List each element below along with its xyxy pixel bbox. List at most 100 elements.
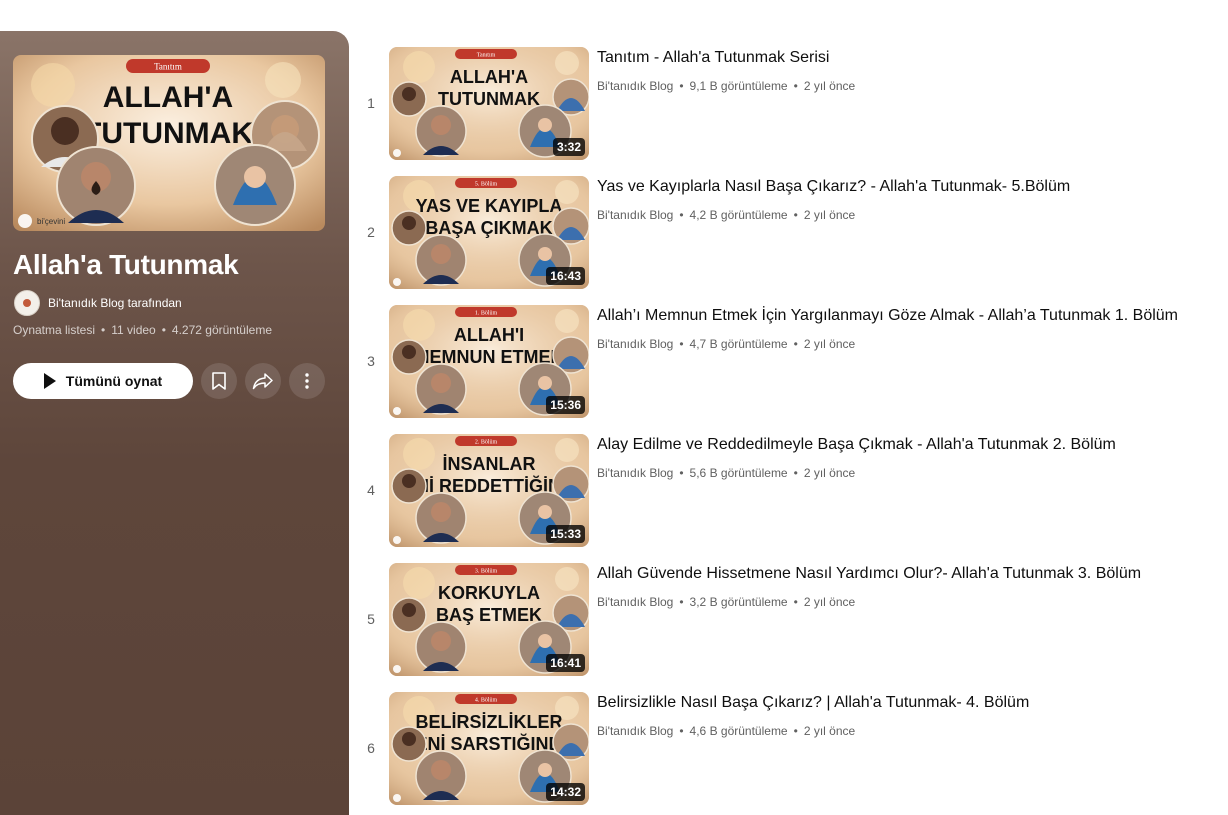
cover-badge: Tanıtım: [154, 62, 182, 72]
thumbnail-badge: 4. Bölüm: [475, 698, 498, 704]
play-all-button[interactable]: Tümünü oynat: [13, 363, 193, 399]
video-channel[interactable]: Bi'tanıdık Blog: [597, 466, 673, 480]
video-duration: 3:32: [552, 138, 585, 156]
playlist-video-item[interactable]: 5 3. Bölüm KORKUYLA BAŞ ETMEK 16:41 Alla…: [360, 563, 1220, 676]
video-index: 5: [367, 611, 375, 627]
more-options-button[interactable]: [289, 363, 325, 399]
video-duration: 16:43: [546, 267, 585, 285]
meta-separator: [679, 208, 683, 222]
playlist-meta: Oynatma listesi • 11 video • 4.272 görün…: [13, 323, 272, 337]
cover-artwork: Tanıtım ALLAH'A TUTUNMAK bi'çevini: [13, 55, 325, 231]
video-title[interactable]: Yas ve Kayıplarla Nasıl Başa Çıkarız? - …: [597, 178, 1070, 196]
cover-line-2: TUTUNMAK: [83, 117, 253, 150]
meta-separator: [679, 724, 683, 738]
video-meta: Bi'tanıdık Blog 4,2 B görüntüleme 2 yıl …: [597, 208, 855, 222]
thumbnail-badge: 3. Bölüm: [475, 569, 498, 575]
cover-logo: bi'çevini: [37, 217, 65, 226]
thumbnail-line-1: YAS VE KAYIPLA: [416, 196, 563, 216]
meta-separator: •: [101, 323, 106, 337]
video-title[interactable]: Alay Edilme ve Reddedilmeyle Başa Çıkmak…: [597, 436, 1116, 454]
video-index: 1: [367, 95, 375, 111]
video-index: 3: [367, 353, 375, 369]
video-duration: 15:36: [546, 396, 585, 414]
video-age: 2 yıl önce: [803, 337, 856, 351]
play-icon: [43, 373, 56, 389]
play-all-label: Tümünü oynat: [65, 373, 163, 389]
thumbnail-badge: 5. Bölüm: [475, 182, 498, 188]
bookmark-icon: [212, 372, 226, 390]
thumbnail-line-1: BELİRSİZLİKLER: [416, 712, 563, 732]
more-vert-icon: [305, 373, 309, 389]
video-views: 4,2 B görüntüleme: [689, 208, 788, 222]
playlist-header-panel: Tanıtım ALLAH'A TUTUNMAK bi'çevini Allah…: [0, 31, 349, 815]
meta-separator: [679, 79, 683, 93]
meta-separator: [679, 595, 683, 609]
video-age: 2 yıl önce: [803, 466, 856, 480]
video-thumbnail[interactable]: 5. Bölüm YAS VE KAYIPLA BAŞA ÇIKMAK 16:4…: [389, 176, 589, 289]
playlist-cover-thumbnail[interactable]: Tanıtım ALLAH'A TUTUNMAK bi'çevini: [13, 55, 325, 231]
meta-separator: [794, 79, 798, 93]
video-index: 6: [367, 740, 375, 756]
video-count: 11 video: [111, 323, 156, 337]
playlist-actions: Tümünü oynat: [13, 363, 325, 399]
owner-label[interactable]: Bi'tanıdık Blog tarafından: [48, 296, 182, 310]
playlist-video-item[interactable]: 6 4. Bölüm BELİRSİZLİKLER SENİ SARSTIĞIN…: [360, 692, 1220, 805]
video-channel[interactable]: Bi'tanıdık Blog: [597, 208, 673, 222]
video-thumbnail[interactable]: Tanıtım ALLAH'A TUTUNMAK 3:32: [389, 47, 589, 160]
video-age: 2 yıl önce: [803, 724, 856, 738]
video-meta: Bi'tanıdık Blog 3,2 B görüntüleme 2 yıl …: [597, 595, 855, 609]
video-title[interactable]: Tanıtım - Allah'a Tutunmak Serisi: [597, 49, 829, 67]
video-views: 4,7 B görüntüleme: [689, 337, 788, 351]
video-thumbnail[interactable]: 2. Bölüm İNSANLAR SENİ REDDETTİĞİNDE 15:…: [389, 434, 589, 547]
playlist-views: 4.272 görüntüleme: [171, 323, 272, 337]
video-views: 5,6 B görüntüleme: [689, 466, 788, 480]
thumbnail-line-1: KORKUYLA: [438, 583, 540, 603]
video-age: 2 yıl önce: [803, 79, 856, 93]
video-views: 3,2 B görüntüleme: [689, 595, 788, 609]
video-index: 2: [367, 224, 375, 240]
thumbnail-badge: 1. Bölüm: [475, 311, 498, 317]
video-title[interactable]: Belirsizlikle Nasıl Başa Çıkarız? | Alla…: [597, 694, 1029, 712]
video-views: 4,6 B görüntüleme: [689, 724, 788, 738]
meta-separator: [794, 208, 798, 222]
thumbnail-line-2: BAŞ ETMEK: [436, 605, 542, 625]
video-channel[interactable]: Bi'tanıdık Blog: [597, 337, 673, 351]
video-age: 2 yıl önce: [803, 595, 856, 609]
video-duration: 15:33: [546, 525, 585, 543]
video-views: 9,1 B görüntüleme: [689, 79, 788, 93]
meta-separator: [794, 595, 798, 609]
share-button[interactable]: [245, 363, 281, 399]
thumbnail-line-1: ALLAH'I: [454, 325, 524, 345]
video-meta: Bi'tanıdık Blog 4,7 B görüntüleme 2 yıl …: [597, 337, 855, 351]
channel-avatar[interactable]: [14, 290, 40, 316]
playlist-title: Allah'a Tutunmak: [13, 249, 239, 280]
video-thumbnail[interactable]: 3. Bölüm KORKUYLA BAŞ ETMEK 16:41: [389, 563, 589, 676]
playlist-video-item[interactable]: 4 2. Bölüm İNSANLAR SENİ REDDETTİĞİNDE 1…: [360, 434, 1220, 547]
video-meta: Bi'tanıdık Blog 4,6 B görüntüleme 2 yıl …: [597, 724, 855, 738]
playlist-owner[interactable]: Bi'tanıdık Blog tarafından: [14, 290, 182, 316]
save-playlist-button[interactable]: [201, 363, 237, 399]
video-age: 2 yıl önce: [803, 208, 856, 222]
playlist-video-item[interactable]: 1 Tanıtım ALLAH'A TUTUNMAK 3:32 Tanıtım …: [360, 47, 1220, 160]
meta-separator: [794, 337, 798, 351]
video-title[interactable]: Allah Güvende Hissetmene Nasıl Yardımcı …: [597, 565, 1141, 583]
meta-separator: [794, 466, 798, 480]
video-index: 4: [367, 482, 375, 498]
video-thumbnail[interactable]: 4. Bölüm BELİRSİZLİKLER SENİ SARSTIĞINDA…: [389, 692, 589, 805]
video-title[interactable]: Allah’ı Memnun Etmek İçin Yargılanmayı G…: [597, 307, 1178, 325]
playlist-video-item[interactable]: 3 1. Bölüm ALLAH'I MEMNUN ETMEK 15:36 Al…: [360, 305, 1220, 418]
playlist-video-item[interactable]: 2 5. Bölüm YAS VE KAYIPLA BAŞA ÇIKMAK 16…: [360, 176, 1220, 289]
meta-separator: •: [161, 323, 166, 337]
cover-line-1: ALLAH'A: [103, 81, 233, 114]
video-thumbnail[interactable]: 1. Bölüm ALLAH'I MEMNUN ETMEK 15:36: [389, 305, 589, 418]
thumbnail-line-2: TUTUNMAK: [438, 89, 540, 109]
video-channel[interactable]: Bi'tanıdık Blog: [597, 724, 673, 738]
meta-separator: [679, 466, 683, 480]
video-channel[interactable]: Bi'tanıdık Blog: [597, 595, 673, 609]
thumbnail-badge: 2. Bölüm: [475, 440, 498, 446]
thumbnail-badge: Tanıtım: [477, 53, 496, 59]
video-channel[interactable]: Bi'tanıdık Blog: [597, 79, 673, 93]
video-duration: 16:41: [546, 654, 585, 672]
video-meta: Bi'tanıdık Blog 5,6 B görüntüleme 2 yıl …: [597, 466, 855, 480]
thumbnail-line-1: ALLAH'A: [450, 67, 528, 87]
